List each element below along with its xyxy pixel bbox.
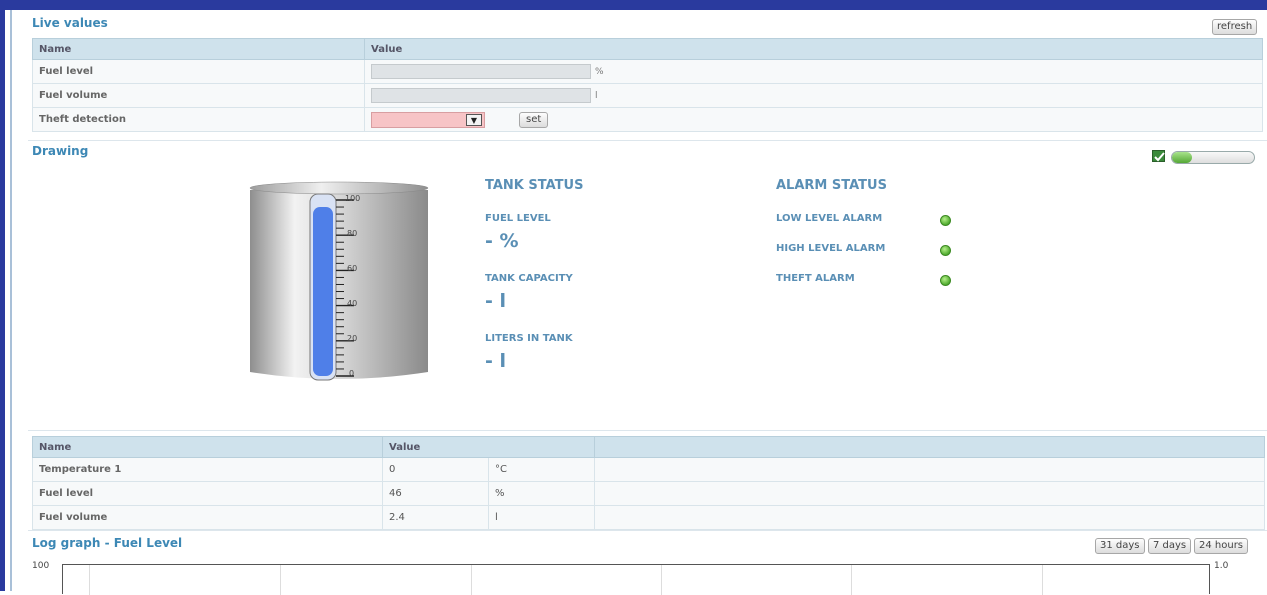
- column-header-value: Value: [364, 38, 1263, 60]
- row-unit: l: [595, 90, 598, 101]
- row-value: %: [364, 59, 1263, 84]
- table-row: Temperature 1 0 °C: [32, 457, 1265, 482]
- range-31-days-button[interactable]: 31 days: [1095, 538, 1145, 554]
- log-graph-title: Log graph - Fuel Level: [32, 536, 183, 550]
- column-header-value: Value: [382, 436, 595, 458]
- liters-in-tank-value: - l: [485, 350, 507, 372]
- row-value: 0: [382, 457, 489, 482]
- fuel-tank-graphic: [249, 181, 429, 381]
- refresh-button[interactable]: refresh: [1212, 19, 1258, 35]
- low-level-alarm-label: LOW LEVEL ALARM: [776, 213, 883, 224]
- alarm-status-heading: ALARM STATUS: [776, 178, 887, 193]
- tick-label: 60: [347, 264, 358, 273]
- fuel-level-value: - %: [485, 230, 519, 252]
- live-values-title: Live values: [32, 16, 108, 30]
- chevron-down-icon: ▼: [466, 113, 482, 126]
- row-extra: [594, 457, 1265, 482]
- range-7-days-button[interactable]: 7 days: [1148, 538, 1192, 554]
- tank-tick-labels: 100 80 60 40 20 0: [345, 194, 379, 378]
- fuel-volume-field[interactable]: [371, 88, 591, 103]
- set-button[interactable]: set: [519, 111, 549, 128]
- row-extra: [594, 505, 1265, 530]
- row-value: 2.4: [382, 505, 489, 530]
- table-row: Theft detection ▼ set: [32, 107, 1263, 132]
- high-level-alarm-label: HIGH LEVEL ALARM: [776, 243, 886, 254]
- y-axis-left-max: 100: [32, 561, 50, 571]
- fuel-level-field[interactable]: [371, 64, 591, 79]
- row-unit: l: [488, 505, 595, 530]
- low-level-alarm-indicator-icon: [940, 215, 951, 226]
- tube-fill: [313, 207, 333, 376]
- window-left-border: [0, 0, 5, 591]
- sensor-values-table: Name Value Temperature 1 0 °C Fuel level…: [32, 436, 1265, 530]
- table-row: Fuel level %: [32, 59, 1263, 84]
- tick-label: 0: [349, 369, 355, 378]
- row-name: Fuel level: [32, 59, 365, 84]
- tank-top: [249, 181, 429, 195]
- live-values-panel: Live values refresh Name Value Fuel leve…: [28, 14, 1267, 136]
- section-divider: [28, 430, 1267, 431]
- tank-capacity-label: TANK CAPACITY: [485, 273, 573, 284]
- row-value: 46: [382, 481, 489, 506]
- column-header-empty: [594, 436, 1265, 458]
- table-row: Fuel level 46 %: [32, 481, 1265, 506]
- row-extra: [594, 481, 1265, 506]
- fuel-level-label: FUEL LEVEL: [485, 213, 551, 224]
- toggle-fill: [1172, 152, 1192, 163]
- tick-label: 80: [347, 229, 358, 238]
- section-divider: [28, 530, 1267, 531]
- liters-in-tank-label: LITERS IN TANK: [485, 333, 573, 344]
- row-name: Fuel volume: [32, 505, 383, 530]
- row-value: ▼ set: [364, 107, 1263, 132]
- window-top-border: [0, 0, 1267, 10]
- row-unit: %: [488, 481, 595, 506]
- theft-detection-select[interactable]: ▼: [371, 111, 485, 128]
- tank-status-heading: TANK STATUS: [485, 178, 584, 193]
- section-divider: [28, 140, 1267, 141]
- row-name: Fuel level: [32, 481, 383, 506]
- high-level-alarm-indicator-icon: [940, 245, 951, 256]
- auto-refresh-toggle[interactable]: [1171, 151, 1255, 164]
- log-graph-panel: Log graph - Fuel Level 31 days 7 days 24…: [28, 534, 1267, 595]
- row-unit: °C: [488, 457, 595, 482]
- column-header-name: Name: [32, 436, 383, 458]
- tick-label: 20: [347, 334, 358, 343]
- log-graph-plot-area: [62, 564, 1210, 595]
- range-24-hours-button[interactable]: 24 hours: [1194, 538, 1249, 554]
- theft-alarm-indicator-icon: [940, 275, 951, 286]
- theft-alarm-label: THEFT ALARM: [776, 273, 855, 284]
- row-name: Theft detection: [32, 107, 365, 132]
- tank-capacity-value: - l: [485, 290, 507, 312]
- column-header-name: Name: [32, 38, 365, 60]
- table-row: Fuel volume 2.4 l: [32, 505, 1265, 530]
- y-axis-right-max: 1.0: [1214, 561, 1229, 571]
- table-row: Fuel volume l: [32, 83, 1263, 108]
- row-unit: %: [595, 66, 604, 77]
- edit-checkbox-icon[interactable]: [1152, 150, 1165, 162]
- row-name: Temperature 1: [32, 457, 383, 482]
- row-name: Fuel volume: [32, 83, 365, 108]
- drawing-panel: Drawing 100 80 60 40 20 0 TANK STATUS FU…: [28, 142, 1267, 432]
- row-value: l: [364, 83, 1263, 108]
- tick-label: 100: [345, 194, 361, 203]
- tick-label: 40: [347, 299, 358, 308]
- drawing-title: Drawing: [32, 144, 89, 158]
- live-values-table: Name Value Fuel level % Fuel volume l Th…: [32, 38, 1263, 132]
